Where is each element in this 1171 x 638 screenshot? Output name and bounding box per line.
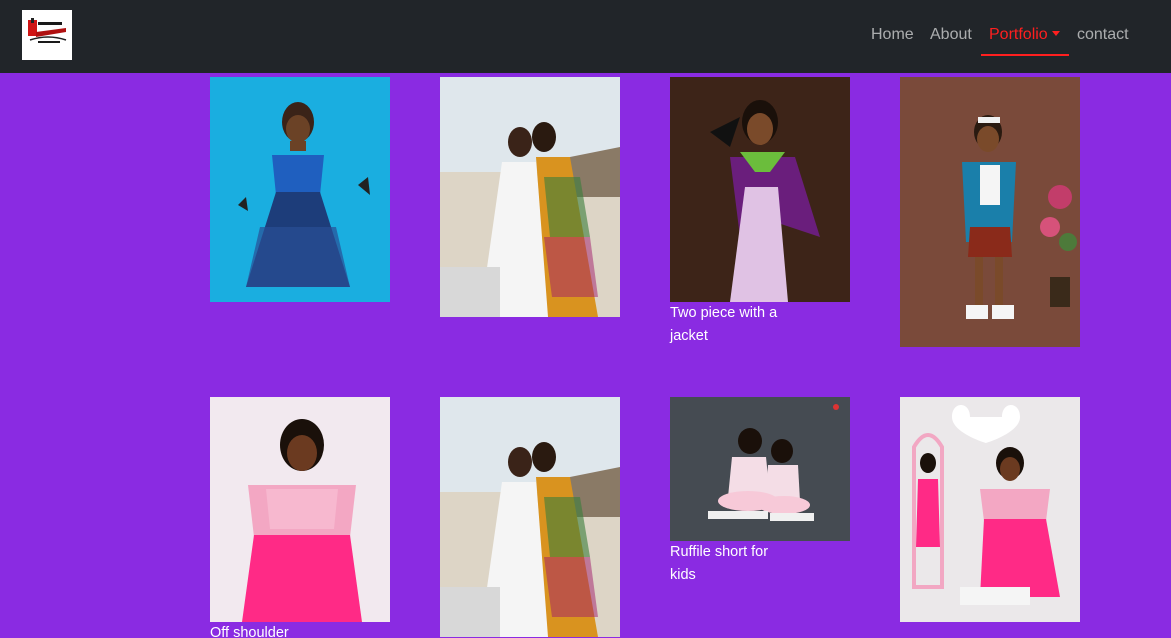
nav-link-contact[interactable]: contact [1077, 26, 1129, 44]
gallery-photo[interactable] [670, 77, 850, 302]
nav-link-home[interactable]: Home [871, 26, 914, 44]
gallery-photo[interactable] [440, 397, 620, 637]
gallery-caption: Two piece with a jacket [670, 305, 778, 344]
active-link-underline [981, 54, 1069, 56]
gallery-caption: Ruffile short for kids [670, 544, 769, 583]
brand-logo[interactable] [22, 10, 72, 60]
caret-down-icon [1051, 31, 1060, 36]
gallery-photo[interactable] [670, 397, 850, 541]
gallery-photo[interactable] [440, 77, 620, 317]
navbar: Home About Portfolio contact [0, 0, 1171, 73]
gallery-photo[interactable] [900, 77, 1080, 347]
gallery-caption: Off shoulder [210, 625, 289, 638]
gallery-photo[interactable] [210, 77, 390, 302]
gallery-photo[interactable] [210, 397, 390, 622]
nav-link-portfolio[interactable]: Portfolio [989, 26, 1060, 44]
nav-link-portfolio-label: Portfolio [989, 26, 1048, 43]
gallery-photo[interactable] [900, 397, 1080, 622]
nav-link-about[interactable]: About [930, 26, 972, 44]
